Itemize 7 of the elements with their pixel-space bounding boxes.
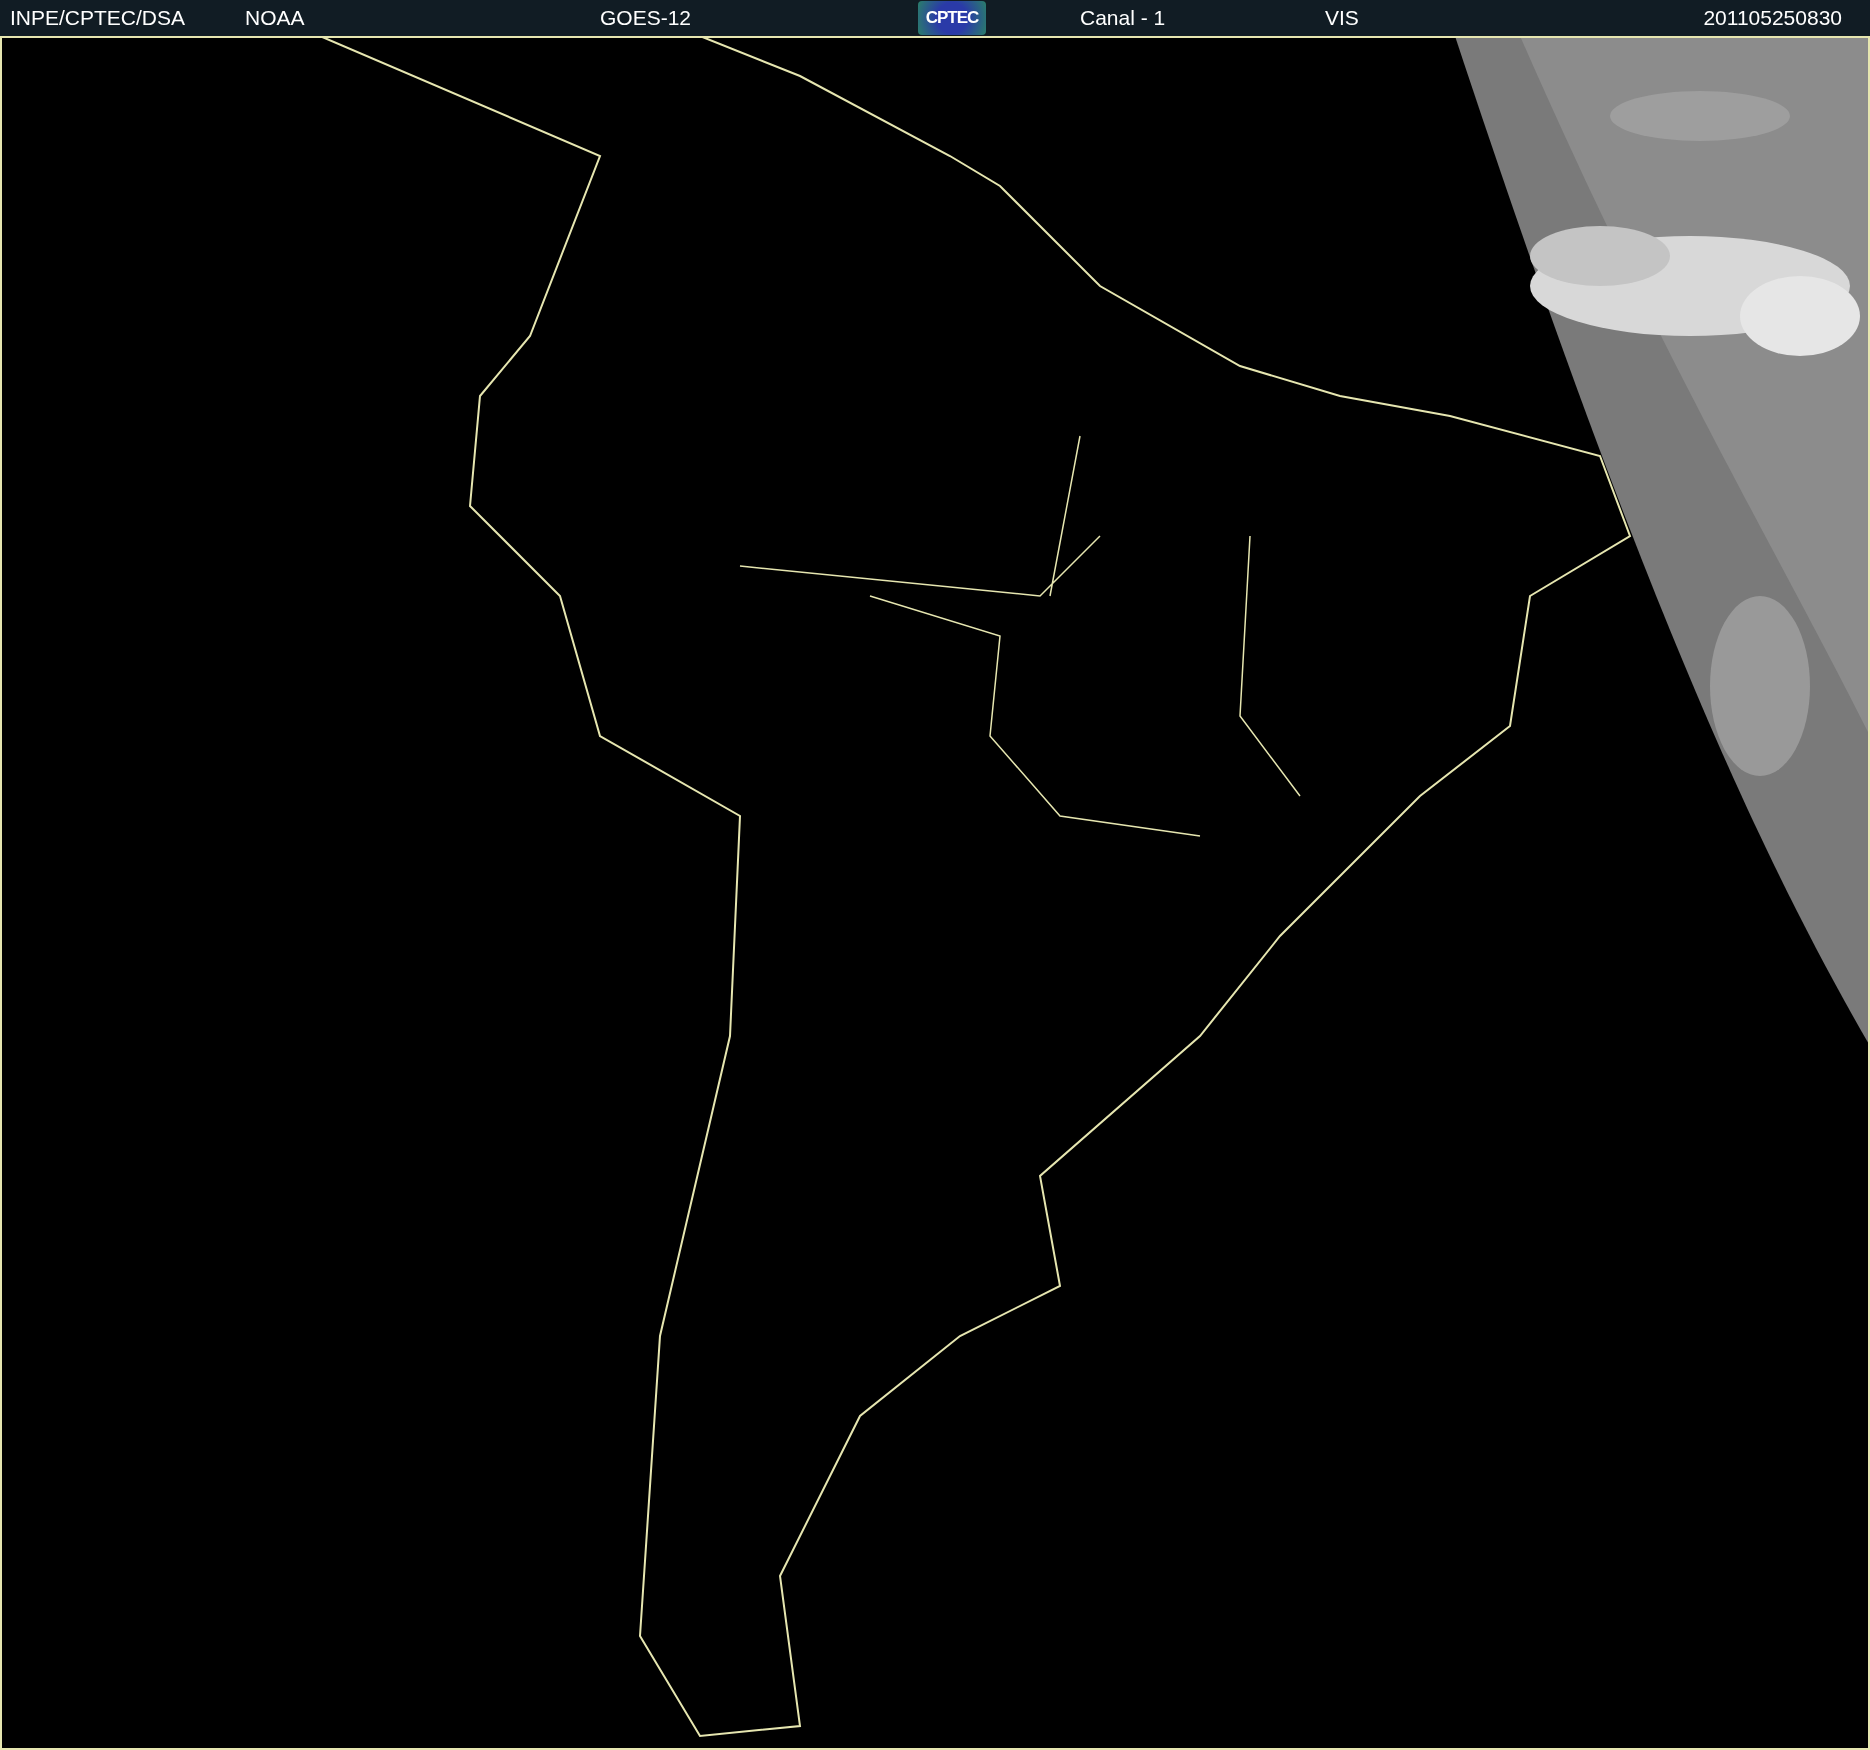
header-label: INPE/CPTEC/DSA xyxy=(10,6,186,30)
header-label: 201105250830 xyxy=(1703,6,1842,30)
header-label: Canal - 1 xyxy=(1080,6,1166,30)
header-label: GOES-12 xyxy=(600,6,692,30)
logo: CPTEC xyxy=(918,1,986,35)
header-label: VIS xyxy=(1325,6,1359,30)
header-label: NOAA xyxy=(245,6,305,30)
